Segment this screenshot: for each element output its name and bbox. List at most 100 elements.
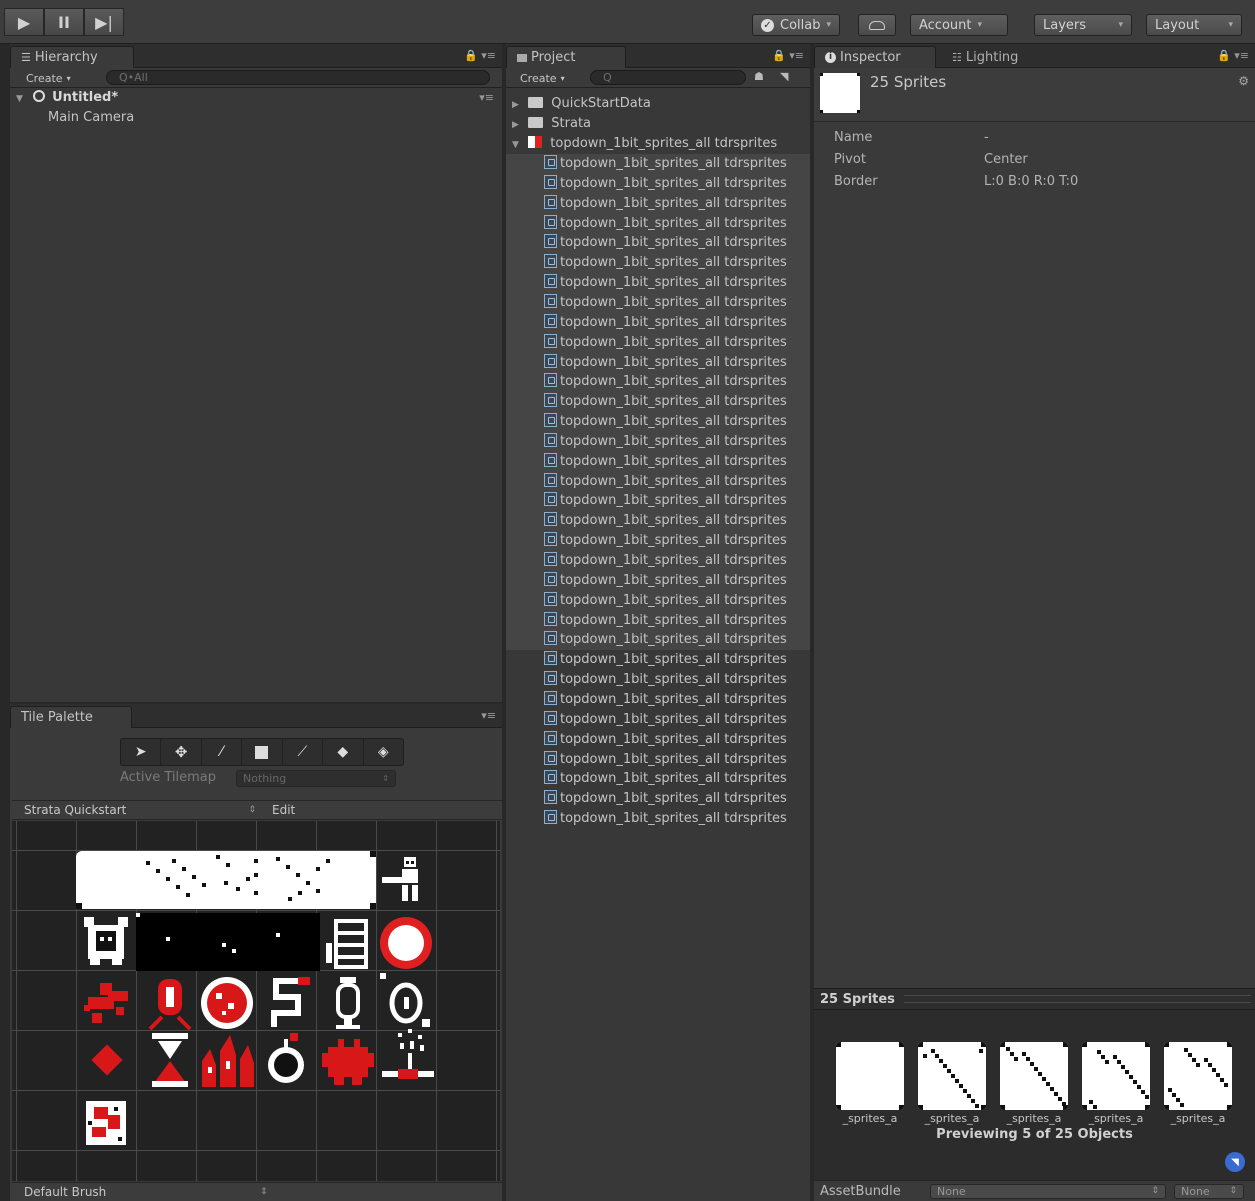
- sprite-list-item[interactable]: topdown_1bit_sprites_all tdrsprites: [506, 451, 810, 472]
- assetbundle-dropdown[interactable]: None ⇕: [930, 1184, 1166, 1199]
- expand-triangle-icon[interactable]: ▼: [16, 89, 28, 108]
- tile-sprite-torch[interactable]: [378, 1029, 438, 1087]
- hierarchy-create-button[interactable]: Create ▾: [16, 70, 71, 86]
- panel-menu-icon[interactable]: 🔒 ▾≡: [464, 49, 496, 62]
- sprite-list-item[interactable]: topdown_1bit_sprites_all tdrsprites: [506, 789, 810, 809]
- tile-sprite-snake[interactable]: [258, 973, 316, 1033]
- hierarchy-search-input[interactable]: Q•All: [106, 70, 490, 85]
- sprite-list-item[interactable]: topdown_1bit_sprites_all tdrsprites: [506, 630, 810, 651]
- sprite-list-item[interactable]: topdown_1bit_sprites_all tdrsprites: [506, 670, 810, 690]
- filter-type-icon[interactable]: ☗: [754, 70, 764, 83]
- expand-triangle-icon[interactable]: ▶: [512, 115, 524, 134]
- tab-lighting[interactable]: ☷ Lighting: [942, 46, 1028, 68]
- eraser-tool-button[interactable]: ◆: [323, 739, 364, 765]
- hierarchy-item-main-camera[interactable]: Main Camera: [10, 108, 502, 128]
- assetbundle-variant-dropdown[interactable]: None ⇕: [1174, 1184, 1244, 1199]
- sprite-list-item[interactable]: topdown_1bit_sprites_all tdrsprites: [506, 769, 810, 789]
- play-button[interactable]: ▶: [4, 8, 44, 36]
- sprite-list-item[interactable]: topdown_1bit_sprites_all tdrsprites: [506, 809, 810, 829]
- tile-sprite-red-ring[interactable]: [376, 913, 436, 973]
- picker-tool-button[interactable]: ⟋: [283, 739, 324, 765]
- sprite-list-item[interactable]: topdown_1bit_sprites_all tdrsprites: [506, 312, 810, 333]
- tile-sprite-ladder[interactable]: [320, 913, 376, 971]
- sprite-list-item[interactable]: topdown_1bit_sprites_all tdrsprites: [506, 392, 810, 413]
- box-fill-tool-button[interactable]: [242, 739, 283, 765]
- layout-dropdown[interactable]: Layout ▾: [1146, 14, 1242, 36]
- sprite-list-item[interactable]: topdown_1bit_sprites_all tdrsprites: [506, 471, 810, 492]
- expand-triangle-icon[interactable]: ▶: [512, 95, 524, 114]
- tab-hierarchy[interactable]: ☰ Hierarchy: [10, 46, 134, 68]
- sprite-list-item[interactable]: topdown_1bit_sprites_all tdrsprites: [506, 491, 810, 512]
- select-tool-button[interactable]: ➤: [121, 739, 162, 765]
- project-search-input[interactable]: Q: [590, 70, 746, 85]
- sprite-list-item[interactable]: topdown_1bit_sprites_all tdrsprites: [506, 431, 810, 452]
- tile-sprite-dark[interactable]: [136, 913, 320, 971]
- active-tilemap-dropdown[interactable]: Nothing ⇕: [236, 770, 396, 787]
- sprite-list-item[interactable]: topdown_1bit_sprites_all tdrsprites: [506, 730, 810, 750]
- cloud-button[interactable]: [858, 14, 896, 36]
- step-button[interactable]: ▶|: [84, 8, 124, 36]
- sprite-list-item[interactable]: topdown_1bit_sprites_all tdrsprites: [506, 412, 810, 433]
- tile-sprite-splat[interactable]: [78, 1093, 136, 1153]
- tile-sprite-gem[interactable]: [142, 975, 198, 1033]
- sprite-list-item[interactable]: topdown_1bit_sprites_all tdrsprites: [506, 531, 810, 552]
- tile-sprite-blob[interactable]: [318, 1033, 378, 1089]
- sprite-list-item[interactable]: topdown_1bit_sprites_all tdrsprites: [506, 273, 810, 294]
- sprite-list-item[interactable]: topdown_1bit_sprites_all tdrsprites: [506, 173, 810, 194]
- sprite-list-item[interactable]: topdown_1bit_sprites_all tdrsprites: [506, 590, 810, 611]
- panel-menu-icon[interactable]: 🔒 ▾≡: [1217, 49, 1249, 62]
- brush-dropdown[interactable]: Default Brush ⇕: [12, 1182, 502, 1201]
- sprite-list-item[interactable]: topdown_1bit_sprites_all tdrsprites: [506, 551, 810, 571]
- project-asset-spritesheet[interactable]: ▼ topdown_1bit_sprites_all tdrsprites: [506, 134, 810, 154]
- sprite-list-item[interactable]: topdown_1bit_sprites_all tdrsprites: [506, 372, 810, 393]
- tile-sprite-coin[interactable]: [378, 971, 438, 1033]
- sprite-list-item[interactable]: topdown_1bit_sprites_all tdrsprites: [506, 193, 810, 214]
- sprite-list-item[interactable]: topdown_1bit_sprites_all tdrsprites: [506, 511, 810, 532]
- sprite-list-item[interactable]: topdown_1bit_sprites_all tdrsprites: [506, 292, 810, 313]
- palette-dropdown[interactable]: Strata Quickstart ⇕: [12, 801, 262, 820]
- tile-palette-grid[interactable]: [12, 821, 500, 1181]
- tile-sprite-bomb[interactable]: [260, 1029, 318, 1089]
- tab-tile-palette[interactable]: Tile Palette: [10, 706, 132, 728]
- tile-sprite-fire[interactable]: [198, 1031, 258, 1089]
- sprite-list-item[interactable]: topdown_1bit_sprites_all tdrsprites: [506, 650, 810, 670]
- tag-icon[interactable]: ◥: [780, 70, 788, 83]
- tile-sprite-demon[interactable]: [76, 911, 136, 969]
- tile-sprite-blood[interactable]: [82, 977, 138, 1033]
- tile-sprite-red-dot[interactable]: [90, 1043, 124, 1077]
- sprite-list-item[interactable]: topdown_1bit_sprites_all tdrsprites: [506, 253, 810, 274]
- sprite-list-item[interactable]: topdown_1bit_sprites_all tdrsprites: [506, 154, 810, 174]
- scene-row[interactable]: ▼ Untitled* ▾≡: [10, 88, 502, 108]
- project-create-button[interactable]: Create ▾: [510, 70, 565, 86]
- tile-sprite-bottle[interactable]: [324, 973, 372, 1033]
- collapse-triangle-icon[interactable]: ▼: [512, 135, 524, 154]
- collab-button[interactable]: ✓ Collab ▾: [752, 14, 841, 36]
- pause-button[interactable]: II: [44, 8, 84, 36]
- tile-sprite-red-orb[interactable]: [198, 973, 256, 1033]
- sprite-list-item[interactable]: topdown_1bit_sprites_all tdrsprites: [506, 332, 810, 353]
- label-tag-icon[interactable]: ◥: [1225, 1152, 1245, 1172]
- sprite-list-item[interactable]: topdown_1bit_sprites_all tdrsprites: [506, 352, 810, 373]
- palette-edit-button[interactable]: Edit: [266, 801, 314, 820]
- project-folder-strata[interactable]: ▶ Strata: [506, 114, 810, 134]
- sprite-list-item[interactable]: topdown_1bit_sprites_all tdrsprites: [506, 710, 810, 730]
- tile-sprite[interactable]: [76, 851, 376, 909]
- project-folder-quickstartdata[interactable]: ▶ QuickStartData: [506, 94, 810, 114]
- tab-inspector[interactable]: i Inspector: [814, 46, 936, 68]
- fill-tool-button[interactable]: ◈: [364, 739, 403, 765]
- tile-sprite-hourglass[interactable]: [144, 1031, 196, 1089]
- gear-icon[interactable]: ⚙: [1238, 74, 1249, 88]
- tab-project[interactable]: Project: [506, 46, 626, 68]
- sprite-list-item[interactable]: topdown_1bit_sprites_all tdrsprites: [506, 570, 810, 591]
- drag-handle[interactable]: [904, 995, 1251, 1003]
- panel-menu-icon[interactable]: ▾≡: [481, 709, 496, 722]
- paint-tool-button[interactable]: ⁄: [202, 739, 243, 765]
- sprite-list-item[interactable]: topdown_1bit_sprites_all tdrsprites: [506, 610, 810, 631]
- account-button[interactable]: Account ▾: [910, 14, 1008, 36]
- tile-sprite-skeleton[interactable]: [382, 855, 432, 907]
- layers-dropdown[interactable]: Layers ▾: [1034, 14, 1132, 36]
- scene-menu-icon[interactable]: ▾≡: [479, 88, 494, 108]
- sprite-list-item[interactable]: topdown_1bit_sprites_all tdrsprites: [506, 750, 810, 770]
- move-tool-button[interactable]: ✥: [161, 739, 202, 765]
- panel-menu-icon[interactable]: 🔒 ▾≡: [772, 49, 804, 62]
